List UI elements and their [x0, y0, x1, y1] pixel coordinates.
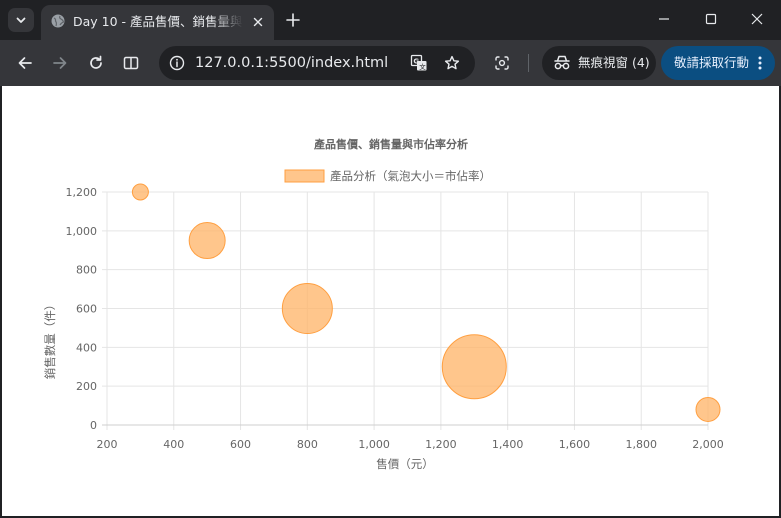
page-viewport: 200 400 600 800 1,000 1,200 1,400 1,600 1,800 2,0… — [2, 86, 779, 516]
incognito-label: 無痕視窗 (4) — [578, 55, 650, 70]
browser-toolbar: 127.0.0.1:5500/index.html G文 無痕視窗 (4) 敬請… — [0, 40, 781, 86]
x-tick-label: 400 — [163, 438, 184, 451]
legend-swatch — [284, 169, 325, 183]
globe-icon — [51, 14, 65, 28]
x-tick-label: 1,400 — [492, 438, 524, 451]
toolbar-divider — [528, 54, 529, 72]
incognito-button[interactable]: 無痕視窗 (4) — [542, 46, 656, 80]
tab-search-button[interactable] — [8, 8, 34, 32]
take-action-label: 敬請採取行動 — [674, 55, 750, 70]
new-tab-button[interactable] — [282, 9, 304, 31]
svg-text:文: 文 — [419, 62, 426, 71]
back-arrow-icon — [18, 57, 32, 69]
bubble-point[interactable] — [188, 222, 226, 260]
bubble-point[interactable] — [281, 283, 333, 334]
x-tick-label: 1,200 — [425, 438, 457, 451]
take-action-button[interactable]: 敬請採取行動 — [661, 46, 775, 80]
chart-legend[interactable]: 產品分析（氣泡大小＝市佔率） — [284, 169, 491, 183]
chevron-down-icon — [16, 17, 26, 23]
close-window-button[interactable] — [734, 0, 780, 38]
reload-icon — [90, 55, 102, 69]
minimize-icon — [659, 18, 669, 20]
tab-close-button[interactable] — [249, 13, 267, 31]
forward-button[interactable] — [47, 50, 73, 76]
maximize-icon — [705, 13, 717, 25]
split-view-icon — [123, 56, 139, 70]
y-tick-label: 0 — [90, 419, 97, 432]
y-tick-label: 400 — [76, 341, 97, 354]
tab-title: Day 10 - 產品售價、銷售量與市佔率分析 — [73, 14, 243, 29]
split-view-button[interactable] — [118, 50, 144, 76]
active-tab[interactable]: Day 10 - 產品售價、銷售量與市佔率分析 — [41, 5, 274, 40]
translate-button[interactable]: G文 — [407, 51, 431, 75]
x-tick-label: 2,000 — [692, 438, 724, 451]
x-tick-label: 1,800 — [625, 438, 657, 451]
chrome-menu-button[interactable] — [753, 54, 767, 72]
x-tick-label: 1,600 — [559, 438, 591, 451]
bubble-chart: 200 400 600 800 1,000 1,200 1,400 1,600 1,800 2,0… — [43, 137, 724, 471]
star-icon — [444, 55, 460, 70]
bookmark-button[interactable] — [440, 51, 464, 75]
chart-title: 產品售價、銷售量與市佔率分析 — [313, 137, 468, 151]
tab-strip: Day 10 - 產品售價、銷售量與市佔率分析 — [0, 0, 781, 40]
close-icon — [253, 17, 263, 27]
back-button[interactable] — [12, 50, 38, 76]
y-tick-label: 1,000 — [66, 225, 98, 238]
y-tick-label: 600 — [76, 303, 97, 316]
forward-arrow-icon — [53, 57, 67, 69]
plus-icon — [286, 13, 300, 27]
reload-button[interactable] — [83, 50, 109, 76]
x-tick-label: 1,000 — [358, 438, 390, 451]
maximize-button[interactable] — [688, 0, 734, 38]
site-info-button[interactable] — [165, 51, 189, 75]
bubble-point[interactable] — [695, 396, 721, 422]
site-info-icon — [169, 55, 185, 71]
chart-ticks: 200 400 600 800 1,000 1,200 1,400 1,600 1,800 2,0… — [66, 186, 724, 451]
x-tick-label: 200 — [97, 438, 118, 451]
minimize-button[interactable] — [641, 0, 687, 38]
x-tick-label: 600 — [230, 438, 251, 451]
x-tick-label: 800 — [297, 438, 318, 451]
y-tick-label: 200 — [76, 380, 97, 393]
y-tick-label: 800 — [76, 264, 97, 277]
close-window-icon — [751, 13, 763, 25]
chart-grid — [102, 191, 709, 430]
bubble-point[interactable] — [441, 334, 507, 400]
translate-icon: G文 — [410, 54, 427, 71]
bubble-point[interactable] — [131, 183, 149, 201]
y-axis-label: 銷售數量（件） — [43, 299, 57, 380]
lens-icon — [495, 56, 509, 70]
y-tick-label: 1,200 — [66, 186, 98, 199]
more-vert-icon — [758, 56, 762, 70]
url-text: 127.0.0.1:5500/index.html — [195, 55, 389, 71]
legend-label: 產品分析（氣泡大小＝市佔率） — [330, 169, 491, 183]
lens-button[interactable] — [489, 50, 515, 76]
x-axis-label: 售價（元） — [376, 457, 434, 471]
incognito-icon — [554, 55, 570, 70]
address-bar[interactable]: 127.0.0.1:5500/index.html G文 — [159, 46, 475, 80]
